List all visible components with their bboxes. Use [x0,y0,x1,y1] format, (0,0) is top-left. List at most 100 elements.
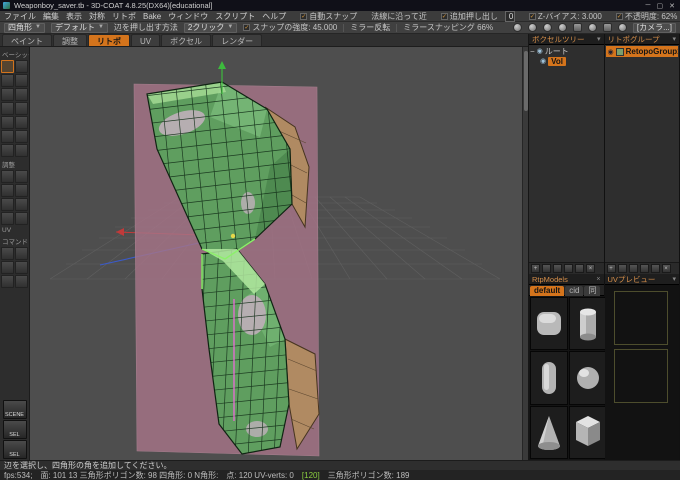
tool-icon[interactable] [1,74,14,87]
tool-icon[interactable] [1,102,14,115]
viewport-3d[interactable] [30,47,522,460]
rtp-tab-default[interactable]: default [530,286,565,296]
voxtree-root-row[interactable]: − ◉ ルート [530,46,603,56]
move-up-icon[interactable] [639,264,649,273]
tab-retopo[interactable]: リトポ [88,34,130,46]
tool-icon[interactable] [1,170,14,183]
delete-icon[interactable]: × [586,264,595,273]
folder-icon[interactable] [617,264,627,273]
checkbox-checked-icon[interactable]: ✓ [615,12,623,20]
tool-icon[interactable] [15,261,28,274]
preset-dropdown[interactable]: デフォルト ▼ [50,22,108,33]
move-down-icon[interactable] [575,264,584,273]
move-up-icon[interactable] [564,264,573,273]
add-layer-icon[interactable]: + [606,264,616,273]
move-down-icon[interactable] [650,264,660,273]
tool-icon[interactable] [1,261,14,274]
tool-icon[interactable] [15,184,28,197]
collapse-icon[interactable]: − [530,47,535,56]
menu-window[interactable]: ウィンドウ [168,11,208,22]
extrude-value-field[interactable]: 0 [504,10,515,22]
section-adjust-label[interactable]: 調整 [1,158,28,169]
group-color-swatch[interactable] [615,47,624,56]
section-basic-label[interactable]: ベーシック [1,48,29,59]
add-extrude-option[interactable]: ✓ 追加押し出し [440,11,498,22]
snap-strength-option[interactable]: ✓ スナップの強度: 45.000 [243,22,337,33]
tool-icon[interactable] [15,130,28,143]
visibility-eye-icon[interactable]: ◉ [537,47,543,55]
select-button-1[interactable]: SEL [2,420,27,439]
tool-icon[interactable] [1,184,14,197]
tool-icon[interactable] [1,212,14,225]
view-grid-icon[interactable] [572,23,582,32]
panel-menu-icon[interactable]: ▾ [672,275,676,283]
extrude-method-dropdown[interactable]: 2クリック ▼ [183,22,238,33]
add-layer-icon[interactable]: + [531,264,540,273]
view-ortho-icon[interactable] [587,23,597,32]
tool-icon[interactable] [15,116,28,129]
tool-icon[interactable] [15,212,28,225]
tool-icon[interactable] [15,247,28,260]
menu-script[interactable]: スクリプト [215,11,255,22]
view-material-icon[interactable] [542,23,552,32]
primitive-capsule[interactable] [530,351,568,405]
tool-icon[interactable] [15,198,28,211]
view-light-icon[interactable] [557,23,567,32]
quad-mode-dropdown[interactable]: 四角形 ▼ [4,22,45,33]
along-normal-option[interactable]: 法線に沿って近 [371,11,427,22]
menu-view[interactable]: 表示 [66,11,82,22]
menu-bake[interactable]: Bake [143,12,161,21]
tool-icon-points-faces[interactable] [1,60,14,73]
tab-uv[interactable]: UV [131,34,161,46]
voxtree-vol-row[interactable]: ◉ Vol [530,56,603,66]
panel-close-icon[interactable]: × [596,276,600,283]
maximize-button[interactable]: ▢ [657,2,664,10]
tool-icon[interactable] [15,144,28,157]
uv-preview-canvas[interactable] [604,285,679,460]
tool-icon[interactable] [1,130,14,143]
panel-menu-icon[interactable]: ▾ [672,35,676,43]
retopo-group-row[interactable]: ◉ RetopoGroup1 [605,46,678,57]
checkbox-checked-icon[interactable]: ✓ [440,12,448,20]
view-wireframe-icon[interactable] [527,23,537,32]
scene-button[interactable]: SCENE [2,400,27,419]
view-snap-icon[interactable] [602,23,612,32]
rtp-tab-cid[interactable]: cid [565,286,584,296]
section-uv-label[interactable]: UV [1,226,28,234]
tool-icon[interactable] [15,102,28,115]
menu-edit[interactable]: 編集 [43,11,59,22]
opacity-value[interactable]: 62% [661,12,677,21]
zbias-value[interactable]: 3.000 [582,12,602,21]
primitive-cube[interactable] [569,405,607,459]
camera-dropdown[interactable]: [カメラ...] [632,22,676,33]
viewport-scrollbar[interactable] [522,47,528,460]
auto-snap-option[interactable]: ✓ 自動スナップ [300,11,357,22]
checkbox-checked-icon[interactable]: ✓ [243,24,251,31]
view-shade-icon[interactable] [512,23,522,32]
menu-retopo[interactable]: リトポ [112,11,136,22]
duplicate-icon[interactable] [553,264,562,273]
primitive-rounded-cube[interactable] [530,297,568,351]
menu-symmetry[interactable]: 対称 [89,11,105,22]
tab-paint[interactable]: ペイント [2,34,52,46]
checkbox-checked-icon[interactable]: ✓ [528,12,536,20]
tab-tweak[interactable]: 調整 [53,34,87,46]
delete-icon[interactable]: × [661,264,671,273]
panel-menu-icon[interactable]: ▾ [597,35,601,43]
tool-icon[interactable] [1,198,14,211]
tab-voxel[interactable]: ボクセル [161,34,212,46]
mirror-snap-value[interactable]: 66% [477,23,493,32]
checkbox-checked-icon[interactable]: ✓ [300,12,308,20]
primitive-cone[interactable] [530,405,568,459]
duplicate-icon[interactable] [628,264,638,273]
tool-icon[interactable] [1,144,14,157]
primitive-cylinder[interactable] [569,297,607,351]
tool-icon[interactable] [15,60,28,73]
mirror-snap-option[interactable]: ミラースナッピング 66% [403,22,493,33]
tool-icon[interactable] [15,170,28,183]
tool-icon[interactable] [15,88,28,101]
tool-icon[interactable] [1,116,14,129]
section-commands-label[interactable]: コマンド [1,235,28,246]
zbias-option[interactable]: ✓ Z-バイアス: 3.000 [528,11,602,22]
tool-icon[interactable] [1,88,14,101]
